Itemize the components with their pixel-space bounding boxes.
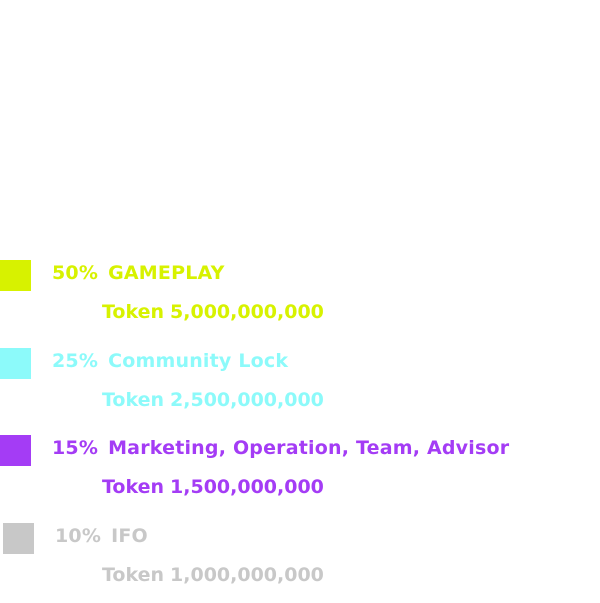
token-amount: 1,500,000,000 — [170, 476, 324, 498]
legend-token: Token 5,000,000,000 — [102, 301, 324, 323]
legend-item-gameplay: 50% GAMEPLAY Token 5,000,000,000 — [0, 260, 600, 340]
legend-token: Token 1,500,000,000 — [102, 476, 324, 498]
legend-token: Token 2,500,000,000 — [102, 389, 324, 411]
token-label: Token — [102, 301, 165, 323]
slice-name: IFO — [111, 525, 148, 547]
legend-item-community-lock: 25% Community Lock Token 2,500,000,000 — [0, 348, 600, 428]
legend-title: 15% Marketing, Operation, Team, Advisor — [52, 437, 509, 459]
legend-swatch — [0, 348, 31, 379]
legend-item-marketing: 15% Marketing, Operation, Team, Advisor T… — [0, 435, 600, 515]
legend-swatch — [0, 435, 31, 466]
token-label: Token — [102, 564, 165, 586]
slice-name: Community Lock — [108, 350, 289, 372]
token-label: Token — [102, 476, 165, 498]
slice-percent: 15% — [52, 437, 99, 459]
legend-swatch — [0, 260, 31, 291]
slice-name: Marketing, Operation, Team, Advisor — [108, 437, 510, 459]
slice-percent: 10% — [55, 525, 102, 547]
slice-percent: 50% — [52, 262, 99, 284]
legend-swatch — [3, 523, 34, 554]
slice-percent: 25% — [52, 350, 99, 372]
slice-name: GAMEPLAY — [108, 262, 225, 284]
token-label: Token — [102, 389, 165, 411]
token-amount: 1,000,000,000 — [170, 564, 324, 586]
legend-title: 10% IFO — [55, 525, 148, 547]
token-amount: 2,500,000,000 — [170, 389, 324, 411]
legend-token: Token 1,000,000,000 — [102, 564, 324, 586]
legend-title: 25% Community Lock — [52, 350, 288, 372]
token-amount: 5,000,000,000 — [170, 301, 324, 323]
legend-item-ifo: 10% IFO Token 1,000,000,000 — [0, 523, 600, 603]
legend-title: 50% GAMEPLAY — [52, 262, 225, 284]
